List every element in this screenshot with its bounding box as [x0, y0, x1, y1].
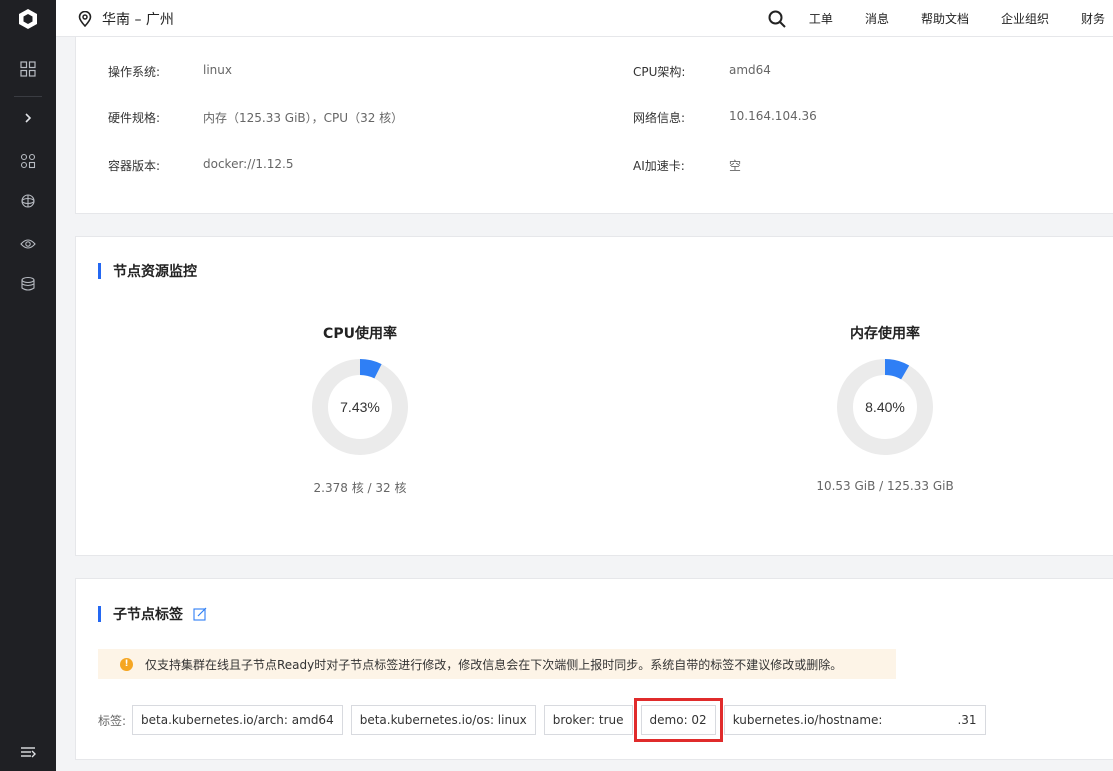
- labels-title: 子节点标签: [98, 604, 207, 624]
- hostname-key: kubernetes.io/hostname:: [732, 713, 883, 727]
- dashboard-icon[interactable]: [0, 51, 56, 87]
- memory-donut: 8.40%: [837, 359, 933, 455]
- cluster-icon[interactable]: [0, 143, 56, 179]
- topbar: 华南 – 广州 工单 消息 帮助文档 企业组织 财务: [56, 0, 1113, 37]
- sidebar: [0, 0, 56, 771]
- node-info-card: 操作系统: linux 硬件规格: 内存（125.33 GiB），CPU（32 …: [75, 37, 1113, 214]
- arch-value: amd64: [729, 63, 771, 77]
- logo[interactable]: [0, 0, 56, 37]
- cpu-gauge: CPU使用率 7.43% 2.378 核 / 32 核: [210, 323, 510, 496]
- cpu-gauge-title: CPU使用率: [323, 326, 397, 342]
- title-accent-bar: [98, 263, 101, 279]
- os-row: 操作系统: linux: [108, 63, 232, 80]
- database-icon[interactable]: [0, 266, 56, 302]
- menu-toggle-icon[interactable]: [0, 735, 56, 771]
- label-tag[interactable]: beta.kubernetes.io/arch: amd64: [132, 705, 343, 735]
- labels-notice: ! 仅支持集群在线且子节点Ready时对子节点标签进行修改，修改信息会在下次端侧…: [98, 649, 896, 679]
- region-label: 华南 – 广州: [102, 11, 174, 28]
- nav-help-docs[interactable]: 帮助文档: [921, 10, 969, 27]
- memory-gauge: 内存使用率 8.40% 10.53 GiB / 125.33 GiB: [735, 323, 1035, 493]
- cpu-detail: 2.378 核 / 32 核: [313, 481, 407, 495]
- ai-accel-value: 空: [729, 159, 742, 173]
- nav-enterprise-org[interactable]: 企业组织: [1001, 10, 1049, 27]
- hostname-suffix: .31: [957, 713, 977, 727]
- label-tag-demo[interactable]: demo: 02: [633, 698, 723, 742]
- ai-accel-label: AI加速卡:: [633, 159, 685, 173]
- resource-monitor-card: 节点资源监控 CPU使用率 7.43% 2.378 核 / 32 核 内存使用率…: [75, 236, 1113, 556]
- network-value: 10.164.104.36: [729, 109, 817, 123]
- hardware-row: 硬件规格: 内存（125.33 GiB），CPU（32 核）: [108, 109, 403, 126]
- region-selector[interactable]: 华南 – 广州: [78, 0, 174, 37]
- logo-icon: [19, 8, 37, 29]
- memory-gauge-title: 内存使用率: [850, 326, 920, 342]
- network-icon[interactable]: [0, 183, 56, 219]
- monitor-title: 节点资源监控: [98, 261, 197, 281]
- eye-icon[interactable]: [0, 226, 56, 262]
- label-tag[interactable]: broker: true: [543, 705, 633, 735]
- notice-text: 仅支持集群在线且子节点Ready时对子节点标签进行修改，修改信息会在下次端侧上报…: [145, 657, 843, 672]
- labels-title-text: 子节点标签: [113, 607, 183, 623]
- arch-label: CPU架构:: [633, 65, 686, 79]
- labels-prefix: 标签:: [98, 713, 127, 728]
- ai-accel-row: AI加速卡: 空: [633, 157, 741, 174]
- labels-list: 标签: beta.kubernetes.io/arch: amd64 beta.…: [98, 698, 994, 742]
- title-accent-bar: [98, 606, 101, 622]
- expand-chevron-icon[interactable]: [0, 100, 56, 136]
- edit-icon[interactable]: [193, 607, 207, 621]
- label-tag[interactable]: beta.kubernetes.io/os: linux: [350, 705, 536, 735]
- warning-icon: !: [120, 657, 133, 671]
- network-row: 网络信息: 10.164.104.36: [633, 109, 817, 126]
- sidebar-divider: [14, 96, 42, 97]
- location-pin-icon: [78, 10, 92, 27]
- nav-tickets[interactable]: 工单: [809, 10, 833, 27]
- search-icon[interactable]: [757, 10, 797, 28]
- memory-percent-text: 8.40%: [865, 399, 905, 415]
- monitor-title-text: 节点资源监控: [113, 264, 197, 280]
- cpu-donut: 7.43%: [312, 359, 408, 455]
- cpu-percent-text: 7.43%: [340, 399, 380, 415]
- container-row: 容器版本: docker://1.12.5: [108, 157, 293, 174]
- hardware-label: 硬件规格:: [108, 111, 161, 125]
- memory-detail: 10.53 GiB / 125.33 GiB: [816, 479, 954, 493]
- container-label: 容器版本:: [108, 159, 161, 173]
- container-value: docker://1.12.5: [203, 157, 294, 171]
- label-tag-hostname[interactable]: kubernetes.io/hostname: .31: [723, 705, 986, 735]
- nav-finance[interactable]: 财务: [1081, 10, 1105, 27]
- nav-messages[interactable]: 消息: [865, 10, 889, 27]
- os-value: linux: [203, 63, 232, 77]
- network-label: 网络信息:: [633, 111, 686, 125]
- hardware-value: 内存（125.33 GiB），CPU（32 核）: [203, 111, 404, 125]
- top-nav: 工单 消息 帮助文档 企业组织 财务: [757, 0, 1113, 37]
- arch-row: CPU架构: amd64: [633, 63, 771, 80]
- os-label: 操作系统:: [108, 65, 161, 79]
- node-labels-card: 子节点标签 ! 仅支持集群在线且子节点Ready时对子节点标签进行修改，修改信息…: [75, 578, 1113, 760]
